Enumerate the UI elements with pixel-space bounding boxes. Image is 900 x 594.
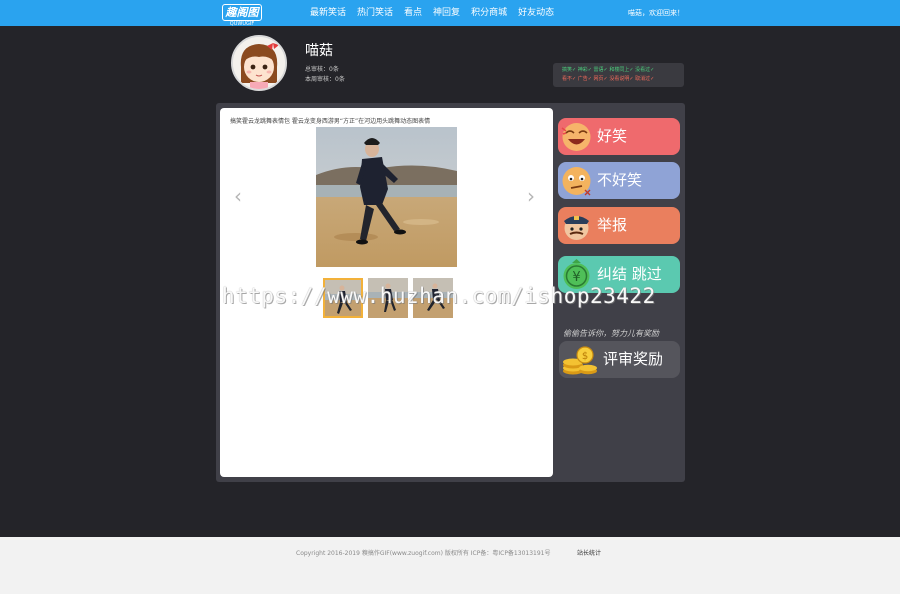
nav-item-hot-jokes[interactable]: 热门笑话 — [357, 0, 393, 26]
not-funny-label: 不好笑 — [597, 171, 643, 189]
review-reward-button[interactable]: $ 评审奖励 — [559, 341, 680, 378]
report-button[interactable]: 举报 — [558, 207, 680, 244]
avatar[interactable] — [231, 35, 287, 91]
thumbnail-3[interactable] — [413, 278, 453, 318]
gold-coins-icon: $ — [563, 346, 597, 375]
copyright-text: Copyright 2016-2019 糗搞作GIF(www.zuogif.co… — [296, 550, 551, 557]
funny-button[interactable]: 好笑 — [558, 118, 680, 155]
skip-button[interactable]: ¥ 纠结 跳过 — [558, 256, 680, 293]
svg-text:$: $ — [582, 351, 588, 362]
total-review-count: 总审核：0条 — [305, 66, 339, 73]
reward-hint: 偷偷告诉你，努力儿有奖励 — [563, 329, 659, 338]
bored-face-icon — [562, 167, 591, 196]
not-funny-button[interactable]: 不好笑 — [558, 162, 680, 199]
post-caption: 搞笑霍云龙跳舞表情包 霍云龙变身西游男“方正”在河边用头跳舞动态图表情 — [230, 118, 431, 125]
next-image-arrow[interactable]: › — [527, 185, 535, 207]
thumbnail-1[interactable] — [323, 278, 363, 318]
previous-image-arrow[interactable]: ‹ — [234, 185, 242, 207]
thumbnail-photo — [413, 278, 453, 318]
funny-label: 好笑 — [597, 127, 628, 145]
laughing-face-icon — [561, 123, 591, 151]
cartoon-girl-avatar-icon — [233, 37, 285, 89]
legend-bad-criteria: 看不✓ 广告✓ 网页✓ 没看说明✓ 取消过✓ — [562, 76, 655, 82]
money-bag-icon: ¥ — [563, 259, 590, 289]
nav-item-latest-jokes[interactable]: 最新笑话 — [310, 0, 346, 26]
svg-text:¥: ¥ — [572, 270, 580, 285]
welcome-message[interactable]: 喵菇，欢迎回来！ — [628, 0, 684, 26]
username: 喵菇 — [305, 43, 333, 59]
thumbnail-photo — [368, 278, 408, 318]
review-criteria-legend: 搞笑✓ 神彩✓ 雷语✓ 和楼同上✓ 没看过✓ 看不✓ 广告✓ 网页✓ 没看说明✓… — [553, 63, 684, 87]
report-label: 举报 — [597, 216, 628, 234]
main-nav: 最新笑话 热门笑话 看点 神回复 积分商城 好友动态 — [310, 0, 565, 26]
skip-label: 纠结 跳过 — [597, 265, 662, 283]
nav-item-friend-feed[interactable]: 好友动态 — [518, 0, 554, 26]
post-gif-image[interactable] — [316, 127, 457, 267]
logo-text: 趣阁图 — [225, 6, 259, 19]
legend-good-criteria: 搞笑✓ 神彩✓ 雷语✓ 和楼同上✓ 没看过✓ — [562, 67, 655, 73]
top-navigation-bar: 趣阁图 QUWUGIF 最新笑话 热门笑话 看点 神回复 积分商城 好友动态 喵… — [0, 0, 900, 27]
nav-item-points-mall[interactable]: 积分商城 — [471, 0, 507, 26]
site-stats-link[interactable]: 站长统计 — [577, 548, 601, 557]
thumbnail-photo — [325, 280, 361, 316]
nav-item-highlights[interactable]: 看点 — [404, 0, 422, 26]
review-reward-label: 评审奖励 — [603, 350, 664, 368]
page-footer: Copyright 2016-2019 糗搞作GIF(www.zuogif.co… — [0, 537, 900, 594]
police-officer-icon — [564, 216, 589, 240]
dancing-man-photo — [316, 127, 457, 267]
weekly-review-count: 本周审核：0条 — [305, 76, 345, 83]
site-logo[interactable]: 趣阁图 QUWUGIF — [222, 4, 262, 27]
thumbnail-2[interactable] — [368, 278, 408, 318]
nav-item-god-replies[interactable]: 神回复 — [433, 0, 460, 26]
logo-subtext: QUWUGIF — [229, 21, 255, 27]
